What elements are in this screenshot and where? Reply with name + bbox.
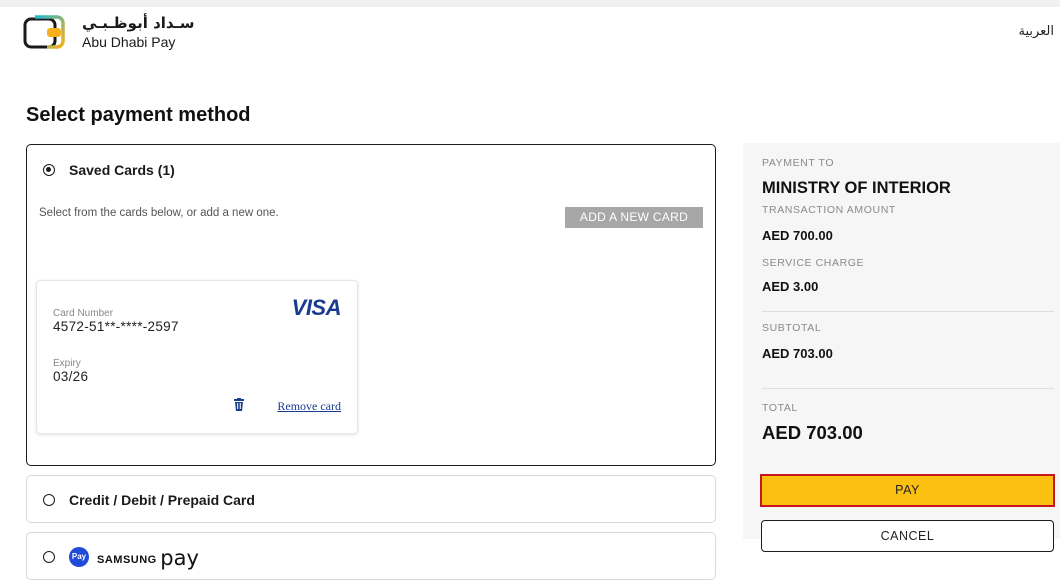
subtotal-label: SUBTOTAL xyxy=(762,322,822,334)
transaction-amount-value: AED 700.00 xyxy=(762,228,833,243)
credit-card-option[interactable]: Credit / Debit / Prepaid Card xyxy=(26,475,716,523)
credit-card-radio[interactable] xyxy=(43,494,55,506)
card-expiry-label: Expiry xyxy=(53,358,81,369)
remove-card-link[interactable]: Remove card xyxy=(277,399,341,414)
visa-logo: VISA xyxy=(291,295,342,320)
pay-button[interactable]: PAY xyxy=(760,474,1055,507)
page-title: Select payment method xyxy=(26,104,251,126)
samsung-pay-radio[interactable] xyxy=(43,551,55,563)
service-charge-label: SERVICE CHARGE xyxy=(762,257,865,269)
summary-divider xyxy=(762,311,1054,312)
language-switch-link[interactable]: العربية xyxy=(1018,24,1054,39)
service-charge-value: AED 3.00 xyxy=(762,279,819,294)
top-bar: سـداد أبوظـبـي Abu Dhabi Pay العربية xyxy=(0,0,1060,67)
samsung-brand-text: SAMSUNG xyxy=(97,554,157,566)
total-value: AED 703.00 xyxy=(762,422,863,443)
payment-to-label: PAYMENT TO xyxy=(762,157,835,169)
trash-icon[interactable] xyxy=(233,398,245,411)
samsung-pay-word: pay xyxy=(160,546,199,570)
summary-divider xyxy=(762,388,1054,389)
card-expiry-value: 03/26 xyxy=(53,369,89,384)
add-new-card-button[interactable]: ADD A NEW CARD xyxy=(565,207,703,228)
cancel-button[interactable]: CANCEL xyxy=(761,520,1054,552)
samsung-pay-icon: Pay xyxy=(69,547,89,567)
saved-cards-radio[interactable] xyxy=(43,164,55,176)
saved-cards-hint: Select from the cards below, or add a ne… xyxy=(39,207,279,219)
saved-cards-option[interactable]: Saved Cards (1) Select from the cards be… xyxy=(26,144,716,466)
samsung-pay-logo: SAMSUNG pay xyxy=(97,544,199,570)
logo-english-text: Abu Dhabi Pay xyxy=(82,34,176,50)
saved-cards-label: Saved Cards (1) xyxy=(69,162,175,178)
subtotal-value: AED 703.00 xyxy=(762,346,833,361)
credit-card-label: Credit / Debit / Prepaid Card xyxy=(69,492,255,508)
saved-card[interactable]: VISA Card Number 4572-51**-****-2597 Exp… xyxy=(36,280,358,434)
samsung-pay-option[interactable]: Pay SAMSUNG pay xyxy=(26,532,716,580)
logo-arabic-text: سـداد أبوظـبـي xyxy=(82,14,195,32)
card-number-value: 4572-51**-****-2597 xyxy=(53,319,179,334)
total-label: TOTAL xyxy=(762,402,798,414)
payment-to-value: MINISTRY OF INTERIOR xyxy=(762,179,951,197)
card-number-label: Card Number xyxy=(53,308,114,319)
wallet-logo-icon xyxy=(23,15,65,49)
transaction-amount-label: TRANSACTION AMOUNT xyxy=(762,204,896,216)
